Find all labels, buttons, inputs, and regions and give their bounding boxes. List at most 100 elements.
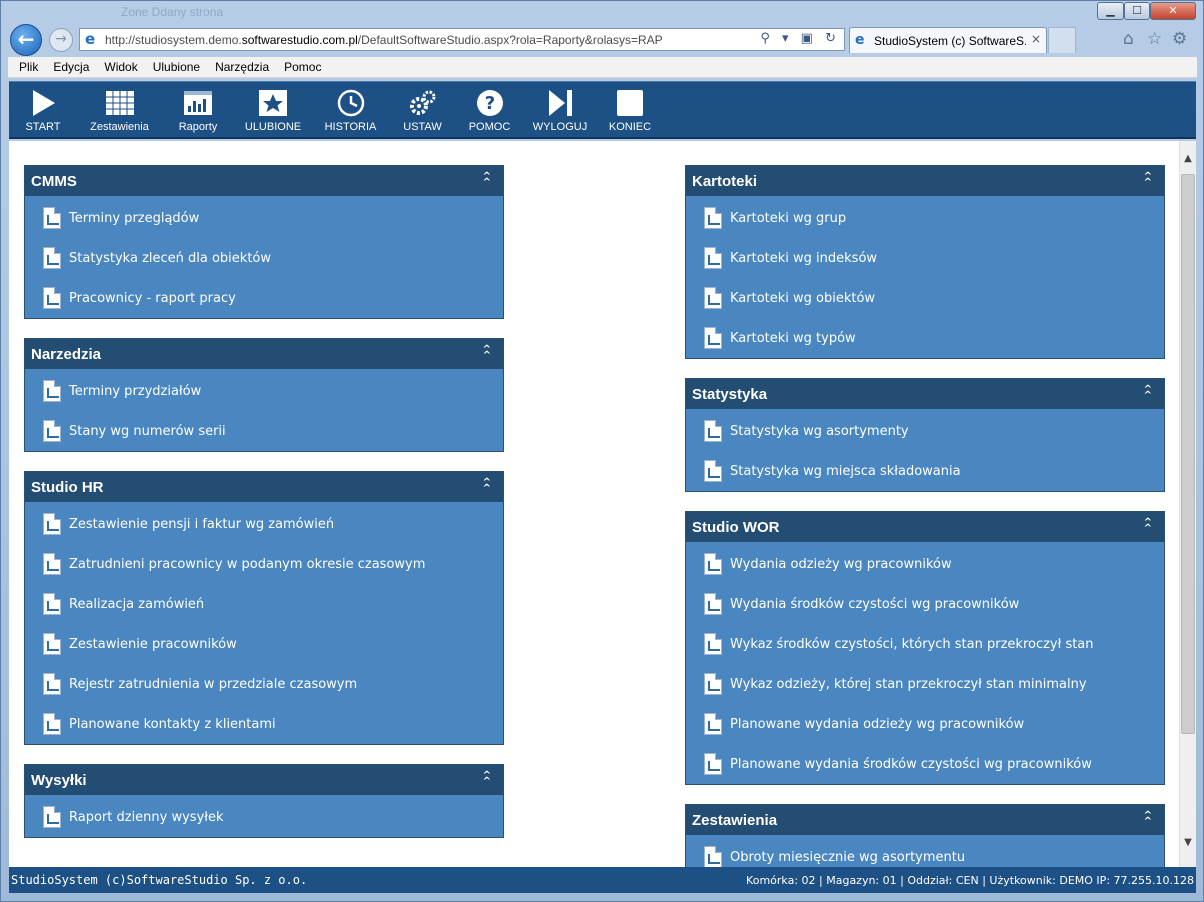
report-link[interactable]: Zatrudnieni pracownicy w podanym okresie… — [25, 544, 503, 584]
report-link[interactable]: Wykaz odzieży, której stan przekroczył s… — [686, 664, 1164, 704]
report-link-label[interactable]: Wykaz środków czystości, których stan pr… — [730, 637, 1094, 652]
maximize-button[interactable]: ☐ — [1124, 2, 1150, 20]
tab-title[interactable]: StudioSystem (c) SoftwareS... — [874, 34, 1026, 48]
gear-icon[interactable]: ⚙ — [1172, 29, 1187, 49]
report-link[interactable]: Wydania środków czystości wg pracowników — [686, 584, 1164, 624]
report-link[interactable]: Realizacja zamówień — [25, 584, 503, 624]
collapse-chevron-icon[interactable]: ^ ^ — [483, 771, 491, 787]
address-bar[interactable]: e http://studiosystem.demo.softwarestudi… — [79, 28, 845, 51]
vertical-scrollbar[interactable]: ▲ ▼ — [1179, 141, 1196, 867]
panel-header[interactable]: Wysyłki ^ ^ — [25, 765, 503, 795]
report-link[interactable]: Kartoteki wg typów — [686, 318, 1164, 358]
report-link-label[interactable]: Zestawienie pensji i faktur wg zamówień — [69, 517, 334, 532]
panel-header[interactable]: Studio WOR ^ ^ — [686, 512, 1164, 542]
toolbar-button-zestawienia[interactable]: Zestawienia — [77, 82, 162, 138]
report-link[interactable]: Stany wg numerów serii — [25, 411, 503, 451]
panel-header[interactable]: Narzedzia ^ ^ — [25, 339, 503, 369]
toolbar-button-koniec[interactable]: KONIEC — [597, 82, 663, 138]
report-link-label[interactable]: Wykaz odzieży, której stan przekroczył s… — [730, 677, 1087, 692]
report-link-label[interactable]: Realizacja zamówień — [69, 597, 204, 612]
report-link-label[interactable]: Zatrudnieni pracownicy w podanym okresie… — [69, 557, 425, 572]
collapse-chevron-icon[interactable]: ^ ^ — [483, 172, 491, 188]
report-link[interactable]: Terminy przydziałów — [25, 371, 503, 411]
report-link[interactable]: Wykaz środków czystości, których stan pr… — [686, 624, 1164, 664]
collapse-chevron-icon[interactable]: ^ ^ — [1144, 518, 1152, 534]
address-tools[interactable]: ⚲ ▾ ▣ ↻ — [760, 31, 840, 46]
report-link[interactable]: Kartoteki wg grup — [686, 198, 1164, 238]
collapse-chevron-icon[interactable]: ^ ^ — [1144, 385, 1152, 401]
report-link[interactable]: Planowane wydania środków czystości wg p… — [686, 744, 1164, 784]
report-link-label[interactable]: Wydania odzieży wg pracowników — [730, 557, 952, 572]
report-link[interactable]: Pracownicy - raport pracy — [25, 278, 503, 318]
toolbar-button-ulubione[interactable]: ULUBIONE — [234, 82, 312, 138]
report-link[interactable]: Zestawienie pracowników — [25, 624, 503, 664]
report-link-label[interactable]: Statystyka wg asortymenty — [730, 424, 909, 439]
new-tab-button[interactable] — [1048, 27, 1076, 53]
report-link-label[interactable]: Planowane kontakty z klientami — [69, 717, 276, 732]
report-link-label[interactable]: Stany wg numerów serii — [69, 424, 226, 439]
report-link-label[interactable]: Zestawienie pracowników — [69, 637, 237, 652]
panel-header[interactable]: CMMS ^ ^ — [25, 166, 503, 196]
report-link-label[interactable]: Kartoteki wg typów — [730, 331, 856, 346]
panel-header[interactable]: Studio HR ^ ^ — [25, 472, 503, 502]
report-link[interactable]: Kartoteki wg obiektów — [686, 278, 1164, 318]
report-link[interactable]: Rejestr zatrudnienia w przedziale czasow… — [25, 664, 503, 704]
report-link[interactable]: Planowane kontakty z klientami — [25, 704, 503, 744]
report-link-label[interactable]: Terminy przeglądów — [69, 211, 199, 226]
report-link[interactable]: Zestawienie pensji i faktur wg zamówień — [25, 504, 503, 544]
report-link-label[interactable]: Kartoteki wg grup — [730, 211, 846, 226]
toolbar-button-historia[interactable]: HISTORIA — [312, 82, 389, 138]
report-link-label[interactable]: Rejestr zatrudnienia w przedziale czasow… — [69, 677, 357, 692]
collapse-chevron-icon[interactable]: ^ ^ — [483, 478, 491, 494]
minimize-button[interactable]: ▁ — [1097, 2, 1124, 20]
report-link[interactable]: Statystyka wg asortymenty — [686, 411, 1164, 451]
panel-header[interactable]: Kartoteki ^ ^ — [686, 166, 1164, 196]
report-link[interactable]: Terminy przeglądów — [25, 198, 503, 238]
menu-item[interactable]: Ulubione — [153, 57, 200, 74]
report-link-label[interactable]: Terminy przydziałów — [69, 384, 201, 399]
report-link[interactable]: Statystyka zleceń dla obiektów — [25, 238, 503, 278]
report-link[interactable]: Raport dzienny wysyłek — [25, 797, 503, 837]
report-link-label[interactable]: Kartoteki wg indeksów — [730, 251, 877, 266]
menu-item[interactable]: Edycja — [53, 57, 89, 74]
forward-arrow-icon[interactable]: → — [49, 28, 73, 52]
favorites-star-icon[interactable]: ☆ — [1147, 29, 1162, 49]
report-link[interactable]: Kartoteki wg indeksów — [686, 238, 1164, 278]
toolbar-button-raporty[interactable]: Raporty — [162, 82, 234, 138]
report-link-label[interactable]: Planowane wydania środków czystości wg p… — [730, 757, 1092, 772]
collapse-chevron-icon[interactable]: ^ ^ — [483, 345, 491, 361]
report-link-label[interactable]: Raport dzienny wysyłek — [69, 810, 224, 825]
report-link[interactable]: Wydania odzieży wg pracowników — [686, 544, 1164, 584]
toolbar-button-pomoc[interactable]: ? POMOC — [456, 82, 523, 138]
toolbar-button-start[interactable]: START — [9, 82, 77, 138]
collapse-chevron-icon[interactable]: ^ ^ — [1144, 172, 1152, 188]
panel-header[interactable]: Statystyka ^ ^ — [686, 379, 1164, 409]
scroll-up-arrow-icon[interactable]: ▲ — [1180, 153, 1196, 167]
menu-item[interactable]: Narzędzia — [215, 57, 269, 74]
menu-item[interactable]: Plik — [19, 57, 38, 74]
address-url[interactable]: http://studiosystem.demo.softwarestudio.… — [105, 33, 663, 47]
report-link-label[interactable]: Statystyka wg miejsca składowania — [730, 464, 961, 479]
report-link-label[interactable]: Planowane wydania odzieży wg pracowników — [730, 717, 1024, 732]
collapse-chevron-icon[interactable]: ^ ^ — [1144, 811, 1152, 827]
panel-header[interactable]: Zestawienia ^ ^ — [686, 805, 1164, 835]
report-link[interactable]: Obroty miesięcznie wg asortymentu — [686, 837, 1164, 867]
toolbar-button-wyloguj[interactable]: WYLOGUJ — [523, 82, 597, 138]
report-link-label[interactable]: Kartoteki wg obiektów — [730, 291, 875, 306]
report-link-label[interactable]: Statystyka zleceń dla obiektów — [69, 251, 271, 266]
browser-tab[interactable]: e StudioSystem (c) SoftwareS... × — [849, 27, 1047, 53]
toolbar-button-ustaw[interactable]: USTAW — [389, 82, 456, 138]
close-window-button[interactable]: ✕ — [1150, 2, 1196, 20]
report-link-label[interactable]: Pracownicy - raport pracy — [69, 291, 236, 306]
menu-item[interactable]: Pomoc — [284, 57, 321, 74]
scroll-down-arrow-icon[interactable]: ▼ — [1180, 837, 1196, 851]
report-link[interactable]: Statystyka wg miejsca składowania — [686, 451, 1164, 491]
back-arrow-icon[interactable]: ← — [10, 24, 42, 56]
menu-item[interactable]: Widok — [104, 57, 137, 74]
home-icon[interactable]: ⌂ — [1123, 29, 1134, 49]
scroll-thumb[interactable] — [1181, 174, 1195, 734]
tab-close-icon[interactable]: × — [1031, 32, 1041, 46]
report-link-label[interactable]: Obroty miesięcznie wg asortymentu — [730, 850, 965, 865]
report-link[interactable]: Planowane wydania odzieży wg pracowników — [686, 704, 1164, 744]
report-link-label[interactable]: Wydania środków czystości wg pracowników — [730, 597, 1019, 612]
